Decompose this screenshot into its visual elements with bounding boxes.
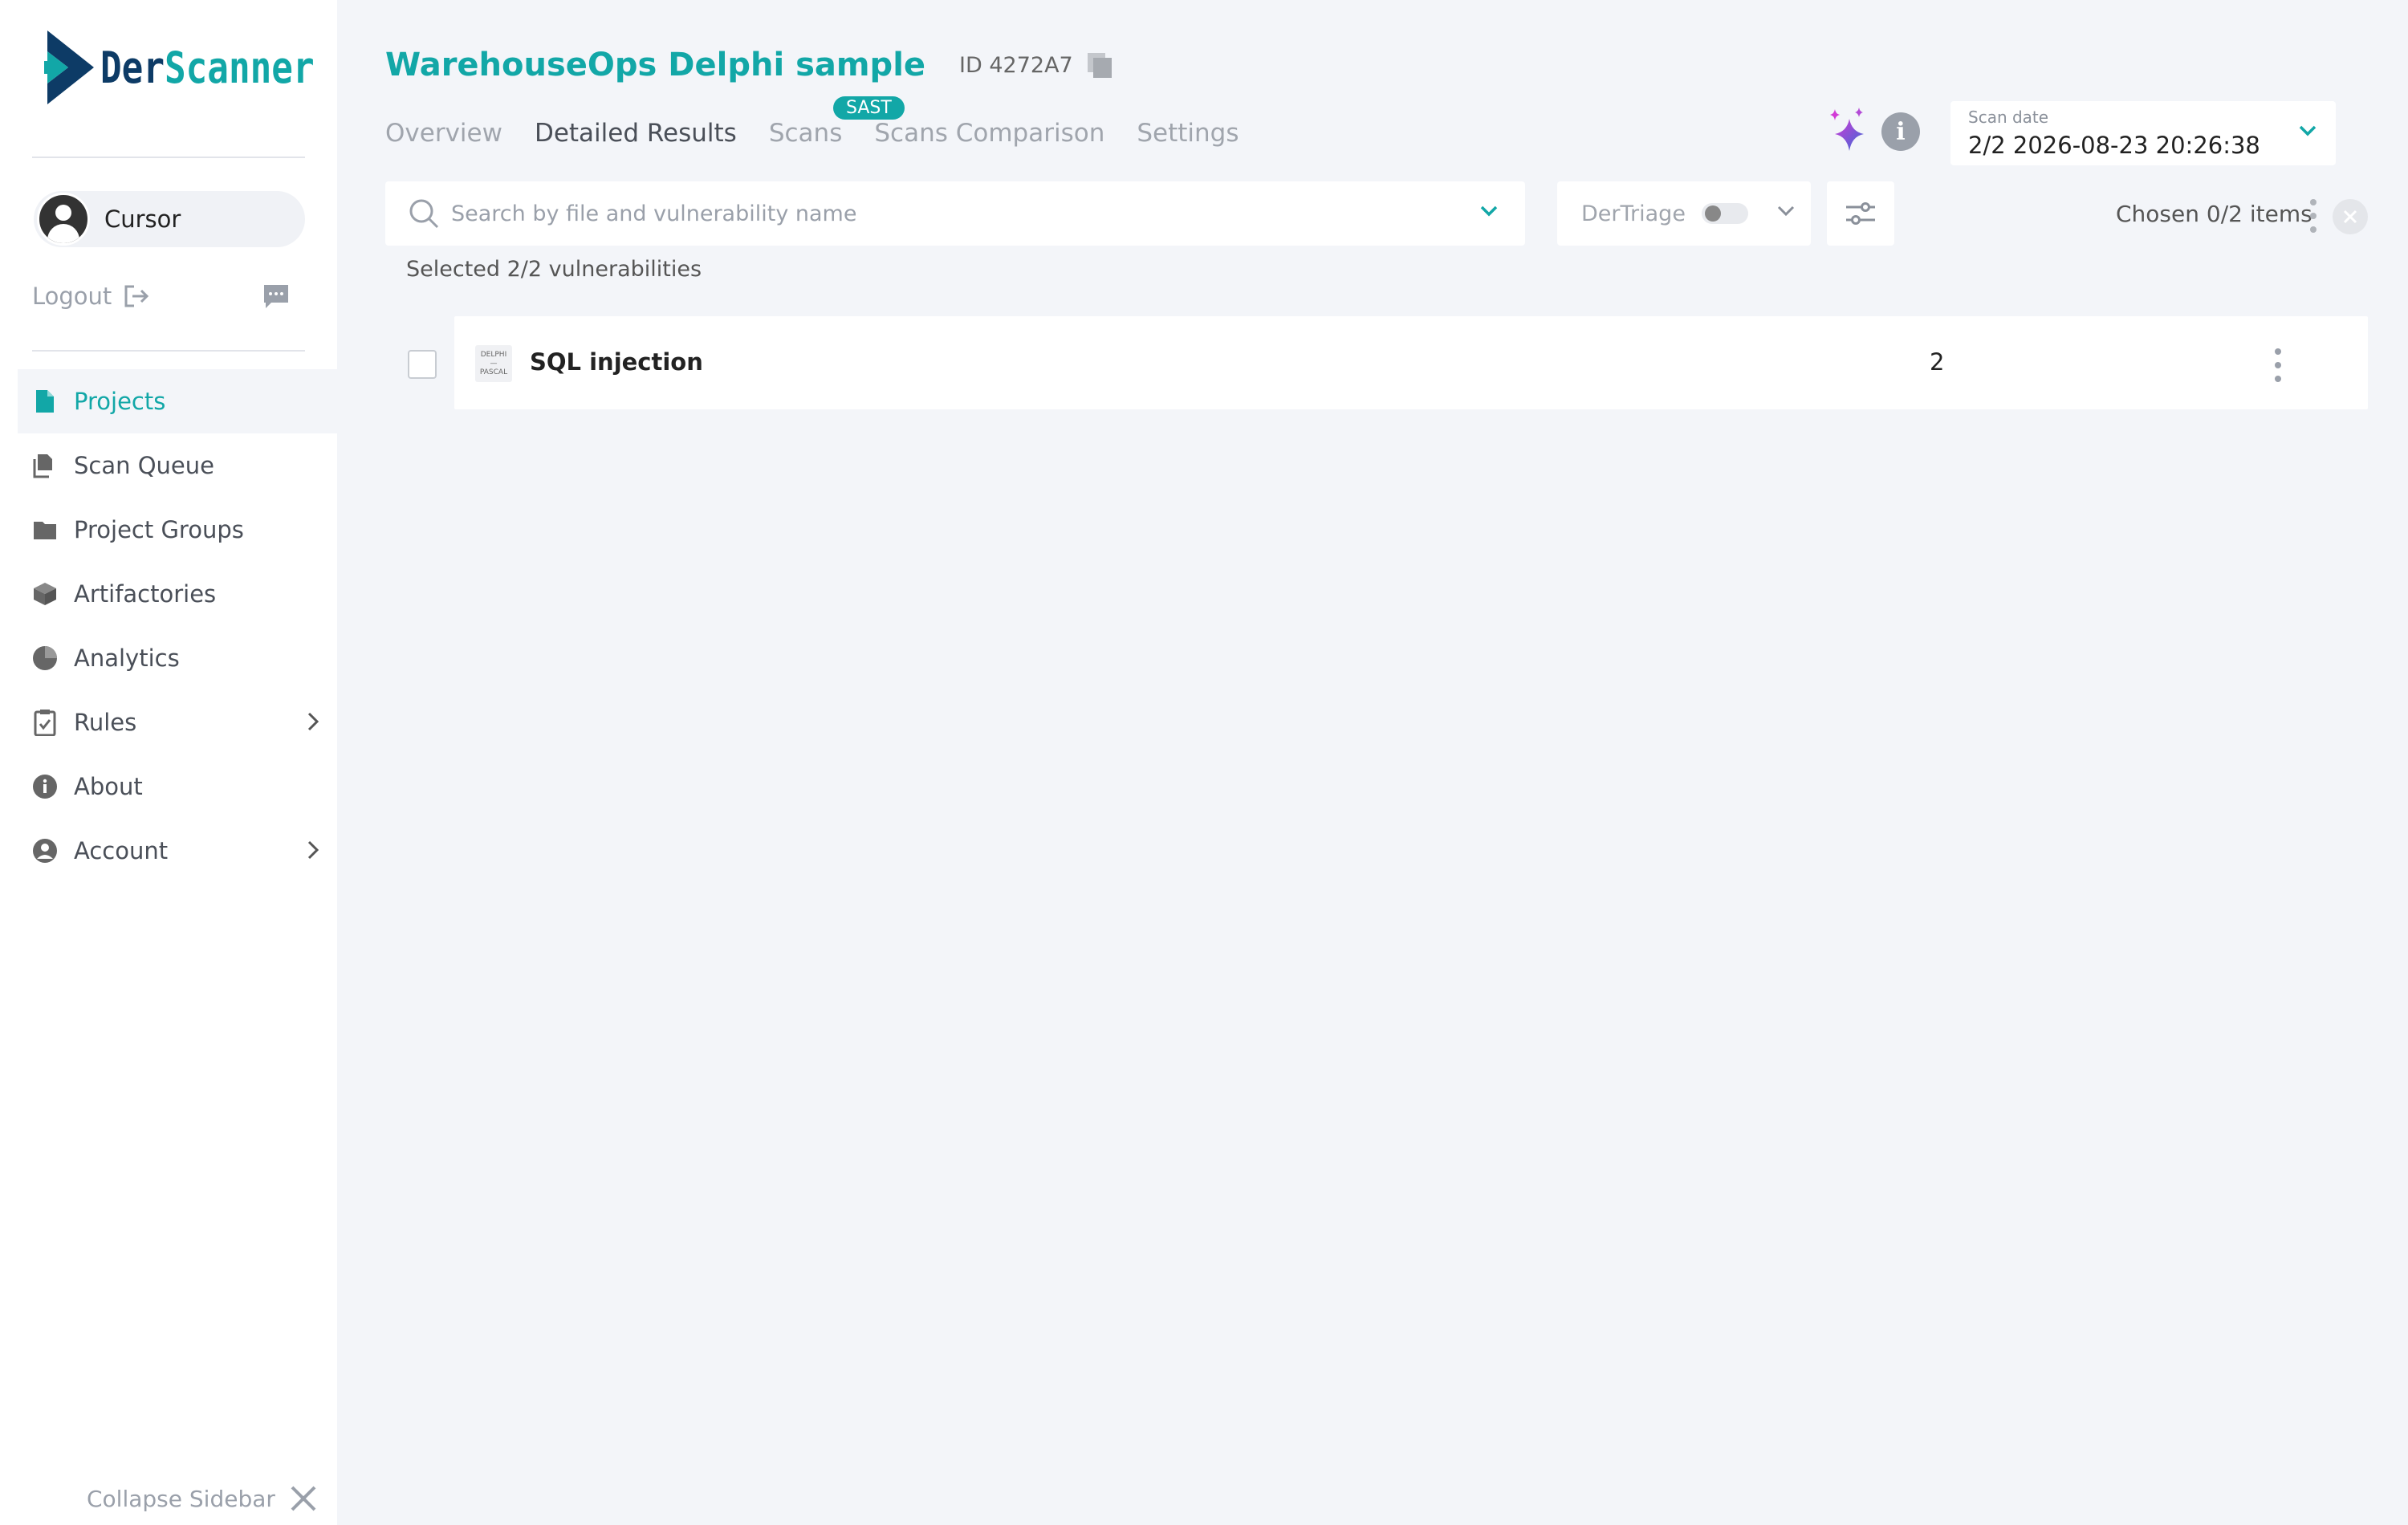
close-icon xyxy=(2343,209,2357,224)
sidebar-divider xyxy=(32,157,305,158)
derscanner-logo[interactable]: DerScanner xyxy=(44,31,361,104)
avatar xyxy=(37,193,90,246)
info-icon[interactable]: i xyxy=(1881,112,1920,151)
sidebar-item-label: Account xyxy=(74,837,169,864)
sliders-icon xyxy=(1846,202,1875,225)
user-profile-pill[interactable]: Cursor xyxy=(34,191,305,247)
chevron-down-icon xyxy=(2299,125,2316,136)
chevron-down-icon xyxy=(1777,205,1795,217)
chevron-down-icon[interactable] xyxy=(1480,205,1498,217)
scan-date-label: Scan date xyxy=(1968,108,2049,127)
logout-button[interactable]: Logout xyxy=(32,283,150,310)
sidebar-item-artifactories[interactable]: Artifactories xyxy=(18,562,337,626)
tab-settings[interactable]: Settings xyxy=(1137,119,1239,148)
sidebar-item-label: Projects xyxy=(74,388,166,415)
logo-mark-icon xyxy=(44,31,94,104)
sidebar-item-account[interactable]: Account xyxy=(18,819,337,883)
vulnerability-count: 2 xyxy=(1930,348,1945,376)
tab-bar: Overview Detailed Results SAST Scans Sca… xyxy=(385,96,1271,148)
sidebar-item-label: Artifactories xyxy=(74,580,217,608)
delphi-pascal-language-icon: DELPHI — PASCAL xyxy=(475,345,512,382)
sidebar-item-about[interactable]: About xyxy=(18,754,337,819)
user-circle-icon xyxy=(32,838,58,864)
search-box[interactable] xyxy=(385,181,1525,246)
file-icon xyxy=(32,388,58,414)
collapse-sidebar-button[interactable]: Collapse Sidebar xyxy=(87,1485,317,1512)
search-icon xyxy=(409,199,439,229)
vulnerability-name: SQL injection xyxy=(530,348,703,376)
sidebar-item-scan-queue[interactable]: Scan Queue xyxy=(18,433,337,498)
sast-badge: SAST xyxy=(832,96,905,120)
page-title: WarehouseOps Delphi sample xyxy=(385,47,926,83)
dertriage-select[interactable]: DerTriage xyxy=(1557,181,1811,246)
project-id: ID 4272A7 xyxy=(959,52,1073,78)
sidebar-item-label: Rules xyxy=(74,709,137,736)
selected-vulnerabilities-info: Selected 2/2 vulnerabilities xyxy=(406,257,702,282)
chevron-right-icon xyxy=(307,840,319,860)
info-icon xyxy=(32,774,58,799)
chat-icon[interactable] xyxy=(262,283,291,313)
collapse-sidebar-label: Collapse Sidebar xyxy=(87,1485,275,1512)
dertriage-toggle[interactable] xyxy=(1701,203,1748,224)
sidebar-item-project-groups[interactable]: Project Groups xyxy=(18,498,337,562)
logout-label: Logout xyxy=(32,283,112,310)
ai-sparkle-icon[interactable] xyxy=(1827,108,1870,152)
copy-icon[interactable] xyxy=(1086,51,1113,79)
user-name: Cursor xyxy=(104,205,181,233)
scan-queue-icon xyxy=(32,453,58,478)
sidebar-item-analytics[interactable]: Analytics xyxy=(18,626,337,690)
sidebar-item-label: Scan Queue xyxy=(74,452,214,479)
sidebar-nav: Projects Scan Queue Project Groups Artif… xyxy=(18,369,337,883)
sidebar-item-label: Analytics xyxy=(74,645,180,672)
tab-overview[interactable]: Overview xyxy=(385,119,502,148)
logout-icon xyxy=(124,285,149,307)
more-vertical-icon[interactable] xyxy=(2273,347,2283,384)
dertriage-label: DerTriage xyxy=(1581,201,1686,226)
sidebar-item-projects[interactable]: Projects xyxy=(18,369,337,433)
filter-settings-button[interactable] xyxy=(1827,181,1894,246)
sidebar: DerScanner Cursor Logout Projects Scan Q… xyxy=(0,0,337,1525)
search-input[interactable] xyxy=(451,201,1446,226)
tab-scans-comparison[interactable]: Scans Comparison xyxy=(874,119,1104,148)
close-icon xyxy=(291,1486,316,1511)
sidebar-divider xyxy=(32,350,305,352)
sidebar-item-label: About xyxy=(74,773,143,800)
clipboard-check-icon xyxy=(32,710,58,736)
scan-date-value: 2/2 2026-08-23 20:26:38 xyxy=(1968,132,2260,159)
pie-chart-icon xyxy=(32,645,58,671)
tab-label: Detailed Results xyxy=(534,119,737,148)
scan-date-select[interactable]: Scan date 2/2 2026-08-23 20:26:38 xyxy=(1950,101,2336,165)
clear-selection-button[interactable] xyxy=(2333,199,2368,234)
cube-icon xyxy=(32,581,58,607)
chevron-right-icon xyxy=(307,712,319,731)
vulnerability-checkbox[interactable] xyxy=(408,350,437,379)
table-row[interactable]: DELPHI — PASCAL SQL injection 2 xyxy=(454,316,2368,409)
sidebar-item-rules[interactable]: Rules xyxy=(18,690,337,754)
tab-scans[interactable]: Scans xyxy=(769,119,843,148)
tab-detailed-results[interactable]: Detailed Results SAST xyxy=(534,96,905,148)
project-header: WarehouseOps Delphi sample ID 4272A7 xyxy=(385,47,1113,83)
folder-icon xyxy=(32,517,58,543)
more-vertical-icon[interactable] xyxy=(2308,197,2318,234)
sidebar-item-label: Project Groups xyxy=(74,516,244,543)
chosen-items-count: Chosen 0/2 items xyxy=(2116,201,2312,227)
logo-wordmark: DerScanner xyxy=(100,42,315,93)
